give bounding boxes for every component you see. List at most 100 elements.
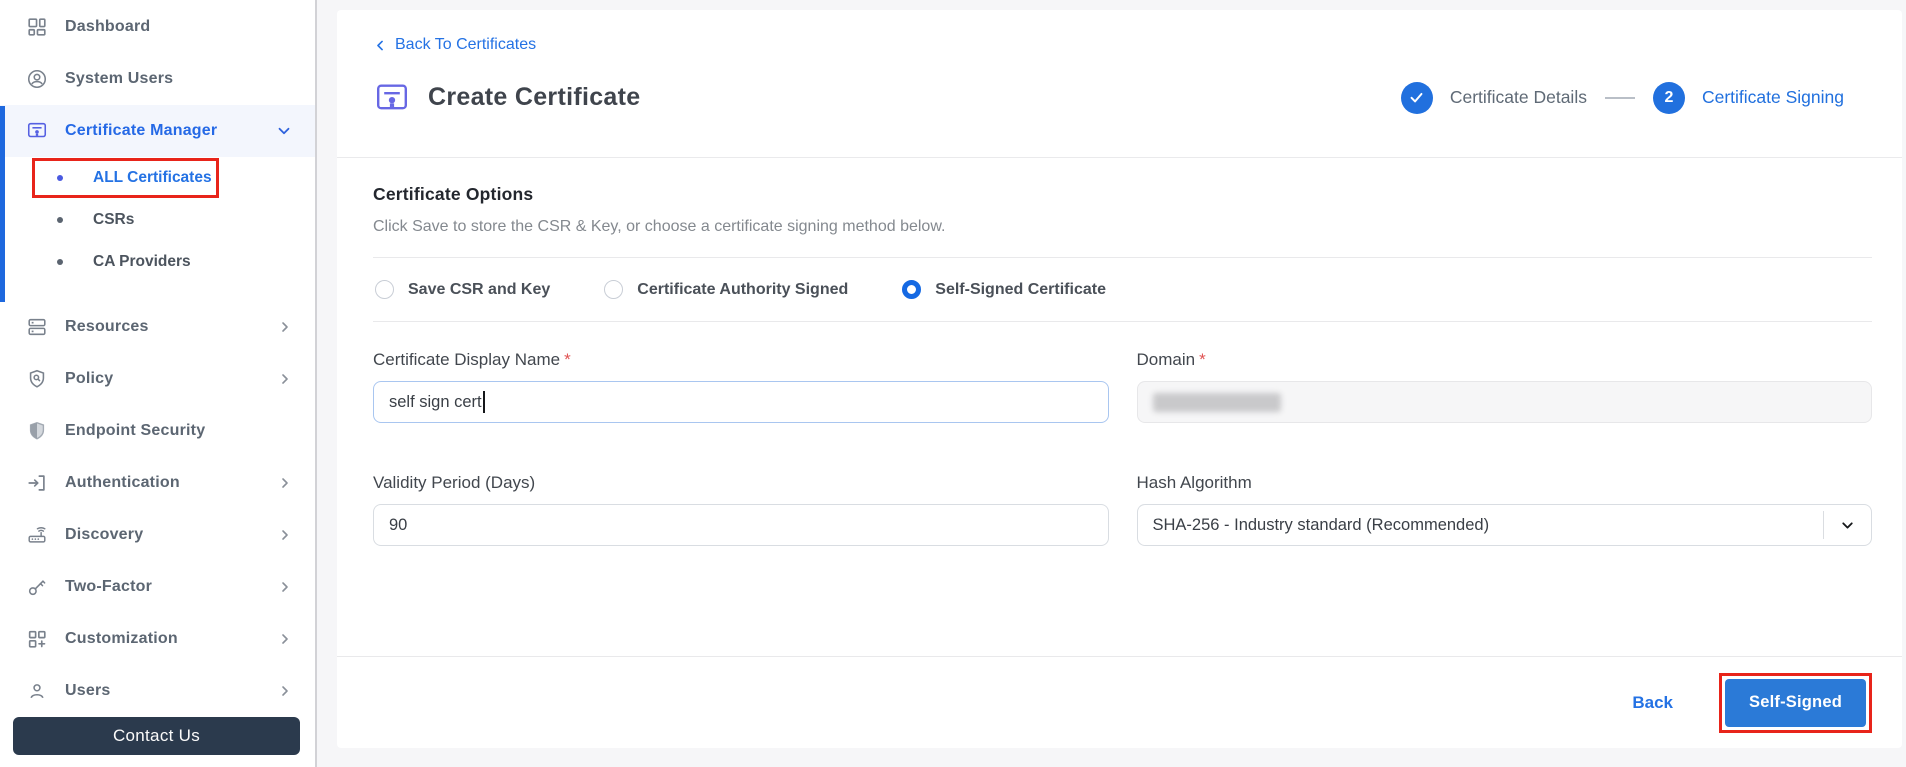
sidebar-item-label: Dashboard [65, 18, 151, 35]
radio-self-signed-certificate[interactable]: Self-Signed Certificate [902, 280, 1106, 299]
select-controls [1823, 505, 1871, 545]
radio-label: Certificate Authority Signed [637, 280, 849, 298]
chevron-right-icon [277, 371, 293, 387]
sidebar-item-resources[interactable]: Resources [0, 301, 315, 353]
required-asterisk: * [564, 350, 571, 369]
sidebar-subitem-label: CSRs [93, 211, 135, 228]
radio-label: Save CSR and Key [408, 280, 551, 298]
field-hash-algorithm: Hash Algorithm SHA-256 - Industry standa… [1136, 473, 1873, 546]
sidebar: Dashboard System Users Certificate Manag… [0, 0, 317, 767]
sidebar-nav: Dashboard System Users Certificate Manag… [0, 0, 315, 717]
select-value: SHA-256 - Industry standard (Recommended… [1152, 515, 1490, 534]
chevron-left-icon [373, 38, 388, 53]
input-value: 90 [389, 515, 408, 534]
text-cursor [482, 391, 485, 413]
resources-icon [26, 316, 48, 338]
system-users-icon [26, 68, 48, 90]
field-label: Validity Period (Days) [373, 473, 1109, 493]
sidebar-item-label: Policy [65, 370, 114, 387]
radio-unselected-icon [375, 280, 394, 299]
active-section-indicator [0, 106, 5, 302]
sidebar-item-discovery[interactable]: Discovery [0, 509, 315, 561]
sidebar-item-label: Users [65, 682, 111, 699]
sidebar-item-label: Resources [65, 318, 149, 335]
chevron-right-icon [277, 631, 293, 647]
divider [373, 321, 1872, 322]
chevron-right-icon [277, 475, 293, 491]
validity-period-input[interactable]: 90 [373, 504, 1109, 546]
self-signed-submit-button[interactable]: Self-Signed [1725, 678, 1866, 727]
input-value: self sign cert [389, 392, 482, 411]
chevron-right-icon [277, 319, 293, 335]
app-window: Dashboard System Users Certificate Manag… [0, 0, 1906, 767]
two-factor-icon [26, 576, 48, 598]
back-to-certificates-link[interactable]: Back To Certificates [373, 36, 536, 54]
sidebar-item-label: System Users [65, 70, 174, 87]
card-header: Back To Certificates Create Certificate … [337, 10, 1902, 158]
chevron-down-icon [275, 122, 293, 140]
field-label: Certificate Display Name * [373, 350, 1109, 370]
sidebar-item-users[interactable]: Users [0, 665, 315, 717]
field-label: Hash Algorithm [1137, 473, 1873, 493]
sidebar-item-csrs[interactable]: CSRs [0, 199, 315, 241]
back-button[interactable]: Back [1632, 693, 1673, 713]
authentication-icon [26, 472, 48, 494]
back-link-label: Back To Certificates [395, 36, 537, 53]
redacted-domain-value [1152, 392, 1281, 412]
card-body: Certificate Options Click Save to store … [337, 158, 1902, 656]
sidebar-item-label: Customization [65, 630, 178, 647]
sidebar-item-label: Authentication [65, 474, 180, 491]
endpoint-security-icon [26, 420, 48, 442]
field-validity-period: Validity Period (Days) 90 [373, 473, 1109, 546]
bullet-icon [57, 259, 63, 265]
sidebar-item-endpoint-security[interactable]: Endpoint Security [0, 405, 315, 457]
chevron-down-icon [1824, 517, 1871, 534]
sidebar-item-two-factor[interactable]: Two-Factor [0, 561, 315, 613]
step-separator [1604, 96, 1635, 99]
sidebar-item-system-users[interactable]: System Users [0, 53, 315, 105]
chevron-right-icon [277, 527, 293, 543]
step-label-certificate-signing: Certificate Signing [1701, 87, 1844, 107]
signing-method-radio-group: Save CSR and Key Certificate Authority S… [373, 258, 1872, 321]
sidebar-item-dashboard[interactable]: Dashboard [0, 1, 315, 53]
section-subtitle: Click Save to store the CSR & Key, or ch… [373, 218, 946, 235]
section-title: Certificate Options [373, 184, 534, 204]
radio-save-csr-and-key[interactable]: Save CSR and Key [375, 280, 550, 299]
sidebar-item-label: Discovery [65, 526, 144, 543]
domain-input [1136, 381, 1872, 423]
radio-unselected-icon [604, 280, 624, 299]
radio-selected-icon [902, 280, 922, 299]
required-asterisk: * [1199, 350, 1206, 369]
sidebar-subitem-label: ALL Certificates [93, 169, 212, 186]
hash-algorithm-select[interactable]: SHA-256 - Industry standard (Recommended… [1136, 504, 1872, 546]
sidebar-item-label: Endpoint Security [65, 422, 206, 439]
sidebar-item-customization[interactable]: Customization [0, 613, 315, 665]
chevron-right-icon [277, 579, 293, 595]
sidebar-item-label: Two-Factor [65, 578, 153, 595]
radio-certificate-authority-signed[interactable]: Certificate Authority Signed [604, 280, 848, 299]
sidebar-item-certificate-manager[interactable]: Certificate Manager [0, 105, 315, 157]
field-label-text: Domain [1136, 350, 1196, 369]
sidebar-item-policy[interactable]: Policy [0, 353, 315, 405]
sidebar-item-ca-providers[interactable]: CA Providers [0, 241, 315, 283]
certificate-icon [373, 80, 413, 116]
wizard-stepper: Certificate Details 2 Certificate Signin… [1400, 81, 1872, 114]
certificate-display-name-input[interactable]: self sign cert [373, 381, 1109, 423]
annotation-box: Self-Signed [1719, 672, 1872, 733]
annotation-box: ALL Certificates [32, 158, 219, 198]
page-title: Create Certificate [428, 83, 641, 111]
sidebar-item-authentication[interactable]: Authentication [0, 457, 315, 509]
field-domain: Domain * [1136, 350, 1873, 423]
step-complete-icon [1400, 81, 1433, 114]
field-certificate-display-name: Certificate Display Name * self sign cert [373, 350, 1109, 423]
field-label: Domain * [1137, 350, 1873, 370]
customization-icon [26, 628, 48, 650]
contact-us-button[interactable]: Contact Us [13, 717, 300, 755]
step-label-certificate-details: Certificate Details [1449, 87, 1587, 107]
form-fields: Certificate Display Name * self sign cert… [373, 350, 1872, 546]
sidebar-item-all-certificates[interactable]: ALL Certificates [0, 157, 315, 199]
dashboard-icon [26, 16, 48, 38]
bullet-icon [57, 217, 63, 223]
radio-label: Self-Signed Certificate [935, 280, 1106, 298]
title-row: Create Certificate Certificate Details 2… [373, 80, 1872, 116]
